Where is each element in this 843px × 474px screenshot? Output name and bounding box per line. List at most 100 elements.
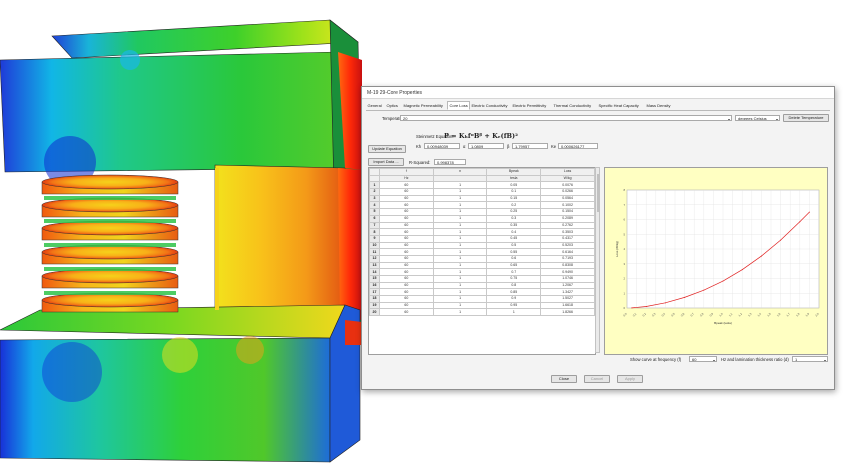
beta-field[interactable]: 1.79957 bbox=[512, 143, 548, 149]
table-cell[interactable]: 1 bbox=[432, 221, 488, 230]
table-cell[interactable]: 0.7193 bbox=[540, 254, 595, 263]
table-cell[interactable]: 0.1504 bbox=[540, 208, 595, 216]
row-header[interactable]: 15 bbox=[369, 275, 380, 283]
table-cell[interactable]: 1 bbox=[432, 194, 488, 203]
table-cell[interactable]: 1 bbox=[432, 261, 488, 270]
row-header[interactable]: 3 bbox=[369, 194, 380, 203]
tab-optics[interactable]: Optics bbox=[385, 102, 399, 109]
table-cell[interactable]: 0.9490 bbox=[540, 268, 595, 276]
table-cell[interactable]: 0.9 bbox=[486, 295, 542, 303]
row-header[interactable]: 4 bbox=[369, 201, 380, 210]
table-row[interactable]: 8 60 1 0.4 0.3503 bbox=[369, 228, 595, 236]
table-cell[interactable]: 60 bbox=[378, 281, 434, 290]
cancel-button[interactable]: Cancel bbox=[584, 375, 610, 383]
table-row[interactable]: 4 60 1 0.2 0.1002 bbox=[369, 201, 595, 210]
table-cell[interactable]: 0.25 bbox=[486, 208, 542, 216]
row-header[interactable]: 5 bbox=[369, 208, 380, 216]
row-header[interactable]: 1 bbox=[369, 181, 380, 190]
table-cell[interactable]: 60 bbox=[378, 221, 434, 230]
table-cell[interactable]: 0.85 bbox=[486, 288, 542, 297]
table-cell[interactable]: 1.6618 bbox=[540, 301, 595, 310]
table-cell[interactable]: 60 bbox=[378, 288, 434, 297]
table-cell[interactable]: 1 bbox=[432, 308, 488, 317]
row-header[interactable]: 10 bbox=[369, 241, 380, 250]
table-cell[interactable]: 0.0076 bbox=[540, 181, 595, 190]
lamination-select[interactable]: 1 ▾ bbox=[792, 356, 828, 362]
table-row[interactable]: 10 60 1 0.5 0.5203 bbox=[369, 241, 595, 250]
tab-core-loss[interactable]: Core Loss bbox=[447, 101, 471, 110]
tab-electric-permittivity[interactable]: Electric Permittivity bbox=[511, 102, 548, 109]
table-cell[interactable]: 0.5203 bbox=[540, 241, 595, 250]
table-cell[interactable]: 1 bbox=[486, 308, 542, 317]
table-cell[interactable]: 1 bbox=[432, 214, 488, 223]
table-cell[interactable]: 0.1 bbox=[486, 188, 542, 196]
table-row[interactable]: 19 60 1 0.95 1.6618 bbox=[369, 301, 595, 310]
table-row[interactable]: 17 60 1 0.85 1.3427 bbox=[369, 288, 595, 297]
table-cell[interactable]: 0.3 bbox=[486, 214, 542, 223]
table-row[interactable]: 12 60 1 0.6 0.7193 bbox=[369, 254, 595, 263]
table-cell[interactable]: 0.65 bbox=[486, 261, 542, 270]
table-row[interactable]: 15 60 1 0.75 1.0746 bbox=[369, 275, 595, 283]
row-header[interactable]: 13 bbox=[369, 261, 380, 270]
table-cell[interactable]: 1.0746 bbox=[540, 275, 595, 283]
table-cell[interactable]: 0.8 bbox=[486, 281, 542, 290]
row-header[interactable]: 16 bbox=[369, 281, 380, 290]
table-row[interactable]: 16 60 1 0.8 1.2067 bbox=[369, 281, 595, 290]
table-cell[interactable]: 1 bbox=[432, 234, 488, 243]
row-header[interactable]: 17 bbox=[369, 288, 380, 297]
tab-general[interactable]: General bbox=[366, 102, 383, 109]
row-header[interactable]: 12 bbox=[369, 254, 380, 263]
table-cell[interactable]: 0.35 bbox=[486, 221, 542, 230]
table-cell[interactable]: 0.2089 bbox=[540, 214, 595, 223]
table-cell[interactable]: 1 bbox=[432, 208, 488, 216]
table-cell[interactable]: 0.75 bbox=[486, 275, 542, 283]
tab-thermal-conductivity[interactable]: Thermal Conductivity bbox=[552, 102, 593, 109]
close-button[interactable]: Close bbox=[551, 375, 577, 383]
table-cell[interactable]: 1 bbox=[432, 301, 488, 310]
table-scrollbar[interactable] bbox=[595, 167, 600, 353]
table-cell[interactable]: 60 bbox=[378, 248, 434, 256]
table-row[interactable]: 14 60 1 0.7 0.9490 bbox=[369, 268, 595, 276]
column-header-n[interactable]: n bbox=[432, 168, 488, 176]
table-cell[interactable]: 60 bbox=[378, 214, 434, 223]
apply-button[interactable]: Apply bbox=[617, 375, 643, 383]
table-cell[interactable]: 60 bbox=[378, 201, 434, 210]
table-row[interactable]: 2 60 1 0.1 0.0266 bbox=[369, 188, 595, 196]
table-cell[interactable]: 60 bbox=[378, 268, 434, 276]
table-row[interactable]: 5 60 1 0.25 0.1504 bbox=[369, 208, 595, 216]
table-row[interactable]: 7 60 1 0.35 0.2762 bbox=[369, 221, 595, 230]
table-cell[interactable]: 0.0266 bbox=[540, 188, 595, 196]
table-cell[interactable]: 1 bbox=[432, 228, 488, 236]
alpha-field[interactable]: 1.0809 bbox=[468, 143, 504, 149]
table-cell[interactable]: 0.8308 bbox=[540, 261, 595, 270]
frequency-select[interactable]: 60 ▾ bbox=[689, 356, 717, 362]
table-cell[interactable]: 60 bbox=[378, 208, 434, 216]
table-row[interactable]: 3 60 1 0.15 0.0564 bbox=[369, 194, 595, 203]
ke-field[interactable]: 0.000626177 bbox=[558, 143, 598, 149]
row-header[interactable]: 8 bbox=[369, 228, 380, 236]
row-header[interactable]: 14 bbox=[369, 268, 380, 276]
table-cell[interactable]: 0.95 bbox=[486, 301, 542, 310]
table-cell[interactable]: 1.3427 bbox=[540, 288, 595, 297]
row-header[interactable]: 20 bbox=[369, 308, 380, 317]
row-header[interactable]: 18 bbox=[369, 295, 380, 303]
tab-mass-density[interactable]: Mass Density bbox=[645, 102, 672, 109]
row-header[interactable]: 11 bbox=[369, 248, 380, 256]
import-data-button[interactable]: Import Data ... bbox=[368, 158, 404, 166]
table-cell[interactable]: 60 bbox=[378, 241, 434, 250]
row-header[interactable]: 9 bbox=[369, 234, 380, 243]
table-cell[interactable]: 0.15 bbox=[486, 194, 542, 203]
table-cell[interactable]: 1 bbox=[432, 268, 488, 276]
table-cell[interactable]: 0.1002 bbox=[540, 201, 595, 210]
table-cell[interactable]: 0.6164 bbox=[540, 248, 595, 256]
table-row[interactable]: 18 60 1 0.9 1.5027 bbox=[369, 295, 595, 303]
scrollbar-thumb[interactable] bbox=[596, 174, 600, 212]
table-cell[interactable]: 60 bbox=[378, 295, 434, 303]
table-cell[interactable]: 1 bbox=[432, 181, 488, 190]
table-cell[interactable]: 1 bbox=[432, 254, 488, 263]
table-cell[interactable]: 1 bbox=[432, 288, 488, 297]
table-row[interactable]: 6 60 1 0.3 0.2089 bbox=[369, 214, 595, 223]
table-cell[interactable]: 60 bbox=[378, 254, 434, 263]
table-cell[interactable]: 1 bbox=[432, 275, 488, 283]
table-cell[interactable]: 0.3503 bbox=[540, 228, 595, 236]
